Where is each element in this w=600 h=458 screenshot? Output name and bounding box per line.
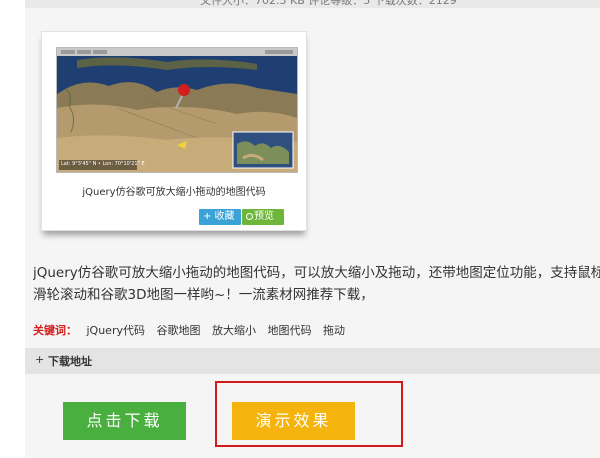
keywords-label: 关键词： xyxy=(33,324,77,337)
favorite-label: + 收藏 xyxy=(203,211,235,222)
preview-button[interactable]: 预览 xyxy=(242,209,284,225)
keyword-link[interactable]: 拖动 xyxy=(323,324,345,337)
download-section-title: 下载地址 xyxy=(48,355,92,368)
search-icon xyxy=(246,213,253,220)
keyword-link[interactable]: jQuery代码 xyxy=(87,324,146,337)
keyword-link[interactable]: 地图代码 xyxy=(268,324,312,337)
map-coords-text: Lat: 9°3'45" N • Lon: 70°10'21" E xyxy=(61,161,145,167)
thumbnail-caption: jQuery仿谷歌可放大缩小拖动的地图代码 xyxy=(82,187,266,198)
thumbnail-card: Lat: 9°3'45" N • Lon: 70°10'21" E jQuery… xyxy=(41,31,307,231)
description: jQuery仿谷歌可放大缩小拖动的地图代码，可以放大缩小及拖动，还带地图定位功能… xyxy=(33,262,600,306)
keyword-link[interactable]: 谷歌地图 xyxy=(157,324,201,337)
favorite-button[interactable]: + 收藏 xyxy=(199,209,241,225)
file-info-bar: 文件大小：702.5 KB 评论等级：5 下载次数：2129 xyxy=(25,0,600,8)
download-button[interactable]: 点击下载 xyxy=(63,402,186,440)
keyword-link[interactable]: 放大缩小 xyxy=(212,324,256,337)
map-thumbnail[interactable]: Lat: 9°3'45" N • Lon: 70°10'21" E xyxy=(56,47,298,173)
description-line-2: 滑轮滚动和谷歌3D地图一样哟~！一流素材网推荐下载， xyxy=(33,287,374,303)
description-line-1: jQuery仿谷歌可放大缩小拖动的地图代码，可以放大缩小及拖动，还带地图定位功能… xyxy=(33,265,600,281)
download-section-header: + 下载地址 xyxy=(25,348,600,374)
main-content: 文件大小：702.5 KB 评论等级：5 下载次数：2129 Lat: 9°3'… xyxy=(25,0,600,458)
demo-highlight-box xyxy=(215,381,403,447)
file-info-text: 文件大小：702.5 KB 评论等级：5 下载次数：2129 xyxy=(200,0,457,7)
plus-icon: + xyxy=(35,353,45,366)
preview-label: 预览 xyxy=(254,211,274,222)
keywords-row: 关键词： jQuery代码 谷歌地图 放大缩小 地图代码 拖动 xyxy=(33,322,353,340)
map-image xyxy=(57,48,297,172)
